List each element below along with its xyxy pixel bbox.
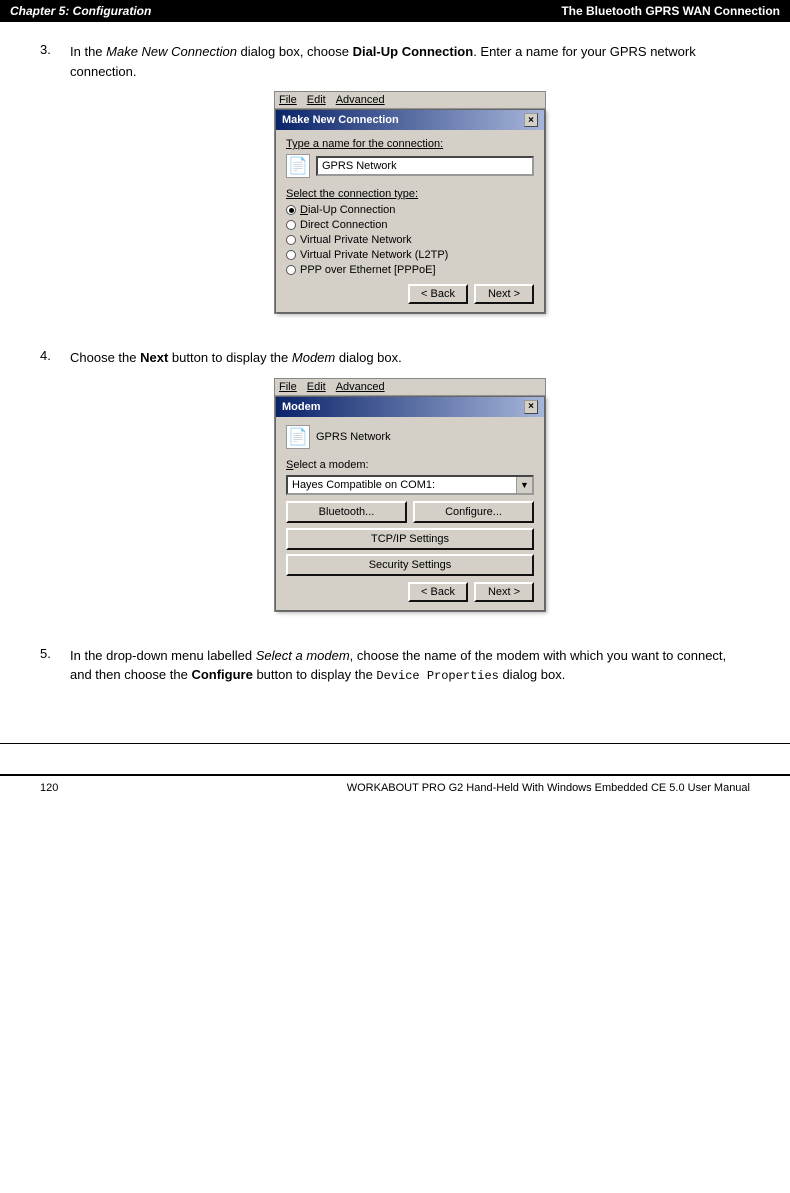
dialog-close-btn[interactable]: ×: [524, 113, 538, 127]
footer-manual-title: WORKABOUT PRO G2 Hand-Held With Windows …: [347, 782, 750, 794]
step-3-outer-window: File Edit Advanced Make New Connection ×: [274, 91, 546, 314]
page-header: Chapter 5: Configuration The Bluetooth G…: [0, 0, 790, 22]
next-button-2[interactable]: Next >: [474, 582, 534, 602]
modem-dialog: Modem × 📄 GPRS Network Select a modem:: [275, 396, 545, 611]
tcp-settings-row: TCP/IP Settings: [286, 528, 534, 550]
step-4-modem-label: Modem: [292, 350, 335, 365]
connection-name-input[interactable]: [316, 156, 534, 176]
radio-vpnl2tp-label: Virtual Private Network (L2TP): [300, 249, 448, 261]
radio-pppoe-circle: [286, 265, 296, 275]
security-settings-button[interactable]: Security Settings: [286, 554, 534, 576]
modem-network-name: GPRS Network: [316, 431, 391, 443]
bluetooth-button[interactable]: Bluetooth...: [286, 501, 407, 523]
footer-page-number: 120: [40, 782, 58, 794]
step-5-device-properties: Device Properties: [376, 669, 498, 683]
modem-dialog-title: Modem: [282, 401, 321, 413]
modem-dialog-close-btn[interactable]: ×: [524, 400, 538, 414]
back-button-1[interactable]: < Back: [408, 284, 468, 304]
modem-network-row: 📄 GPRS Network: [286, 425, 534, 449]
dialog-body: Type a name for the connection: 📄 Select…: [276, 130, 544, 312]
section-title: The Bluetooth GPRS WAN Connection: [561, 4, 780, 18]
radio-vpn[interactable]: Virtual Private Network: [286, 234, 534, 246]
step-3-body: In the Make New Connection dialog box, c…: [70, 42, 750, 330]
step-5-select-modem: Select a modem: [256, 648, 350, 663]
step-4-number: 4.: [40, 348, 70, 628]
modem-dropdown-arrow[interactable]: ▼: [516, 477, 532, 493]
page-footer: 120 WORKABOUT PRO G2 Hand-Held With Wind…: [0, 774, 790, 800]
dialog-titlebar: Make New Connection ×: [276, 110, 544, 130]
step4-btn-row: < Back Next >: [286, 582, 534, 602]
bluetooth-configure-row: Bluetooth... Configure...: [286, 501, 534, 523]
menu-advanced[interactable]: Advanced: [336, 94, 385, 106]
step-5-number: 5.: [40, 646, 70, 696]
back-button-2[interactable]: < Back: [408, 582, 468, 602]
radio-direct[interactable]: Direct Connection: [286, 219, 534, 231]
step-3-number: 3.: [40, 42, 70, 330]
menu2-file[interactable]: File: [279, 381, 297, 393]
radio-dialup-label: Dial-Up Connection: [300, 204, 395, 216]
radio-direct-circle: [286, 220, 296, 230]
radio-direct-label: Direct Connection: [300, 219, 387, 231]
radio-vpn-circle: [286, 235, 296, 245]
step-5-body: In the drop-down menu labelled Select a …: [70, 646, 750, 696]
step-3-choice: Dial-Up Connection: [353, 44, 474, 59]
step3-btn-row: < Back Next >: [286, 284, 534, 304]
menu-file[interactable]: File: [279, 94, 297, 106]
chapter-title: Chapter 5: Configuration: [10, 4, 151, 18]
modem-dialog-body: 📄 GPRS Network Select a modem: Hayes Com…: [276, 417, 544, 610]
step-4-menubar: File Edit Advanced: [275, 379, 545, 396]
select-modem-label: Select a modem:: [286, 459, 534, 471]
next-button-1[interactable]: Next >: [474, 284, 534, 304]
modem-dialog-titlebar: Modem ×: [276, 397, 544, 417]
step-4-dialog-wrapper: File Edit Advanced Modem ×: [274, 378, 546, 612]
step-5-configure-label: Configure: [191, 667, 252, 682]
radio-dialup-circle: [286, 205, 296, 215]
step-4-next-label: Next: [140, 350, 168, 365]
footer-divider: [0, 743, 790, 744]
security-settings-row: Security Settings: [286, 554, 534, 576]
step-3-dialog-name: Make New Connection: [106, 44, 237, 59]
menu-edit[interactable]: Edit: [307, 94, 326, 106]
radio-vpn-l2tp[interactable]: Virtual Private Network (L2TP): [286, 249, 534, 261]
connection-name-label: Type a name for the connection:: [286, 138, 534, 150]
modem-network-icon: 📄: [286, 425, 310, 449]
step-4-dialog-container: File Edit Advanced Modem ×: [70, 378, 750, 612]
step-5: 5. In the drop-down menu labelled Select…: [40, 646, 750, 696]
tcp-settings-button[interactable]: TCP/IP Settings: [286, 528, 534, 550]
radio-dialup[interactable]: Dial-Up Connection: [286, 204, 534, 216]
make-new-connection-dialog: Make New Connection × Type a name for th…: [275, 109, 545, 313]
step-4-body: Choose the Next button to display the Mo…: [70, 348, 750, 628]
step-4-outer-window: File Edit Advanced Modem ×: [274, 378, 546, 612]
step-3: 3. In the Make New Connection dialog box…: [40, 42, 750, 330]
step-3-text: In the Make New Connection dialog box, c…: [70, 42, 750, 81]
step-5-text: In the drop-down menu labelled Select a …: [70, 646, 750, 686]
menu2-advanced[interactable]: Advanced: [336, 381, 385, 393]
step-3-menubar: File Edit Advanced: [275, 92, 545, 109]
connection-type-group: Dial-Up Connection Direct Connection Vir…: [286, 204, 534, 276]
main-content: 3. In the Make New Connection dialog box…: [0, 22, 790, 743]
configure-button[interactable]: Configure...: [413, 501, 534, 523]
radio-vpn-label: Virtual Private Network: [300, 234, 412, 246]
radio-vpnl2tp-circle: [286, 250, 296, 260]
menu2-edit[interactable]: Edit: [307, 381, 326, 393]
step-3-dialog-container: File Edit Advanced Make New Connection ×: [70, 91, 750, 314]
step-4-text: Choose the Next button to display the Mo…: [70, 348, 750, 368]
step-3-dialog-wrapper: File Edit Advanced Make New Connection ×: [274, 91, 546, 314]
modem-dropdown[interactable]: Hayes Compatible on COM1: ▼: [286, 475, 534, 495]
step-4: 4. Choose the Next button to display the…: [40, 348, 750, 628]
modem-dropdown-value: Hayes Compatible on COM1:: [288, 479, 516, 491]
radio-pppoe[interactable]: PPP over Ethernet [PPPoE]: [286, 264, 534, 276]
radio-pppoe-label: PPP over Ethernet [PPPoE]: [300, 264, 436, 276]
connection-name-row: 📄: [286, 154, 534, 178]
connection-type-label: Select the connection type:: [286, 188, 534, 200]
dialog-title: Make New Connection: [282, 114, 399, 126]
connection-icon: 📄: [286, 154, 310, 178]
